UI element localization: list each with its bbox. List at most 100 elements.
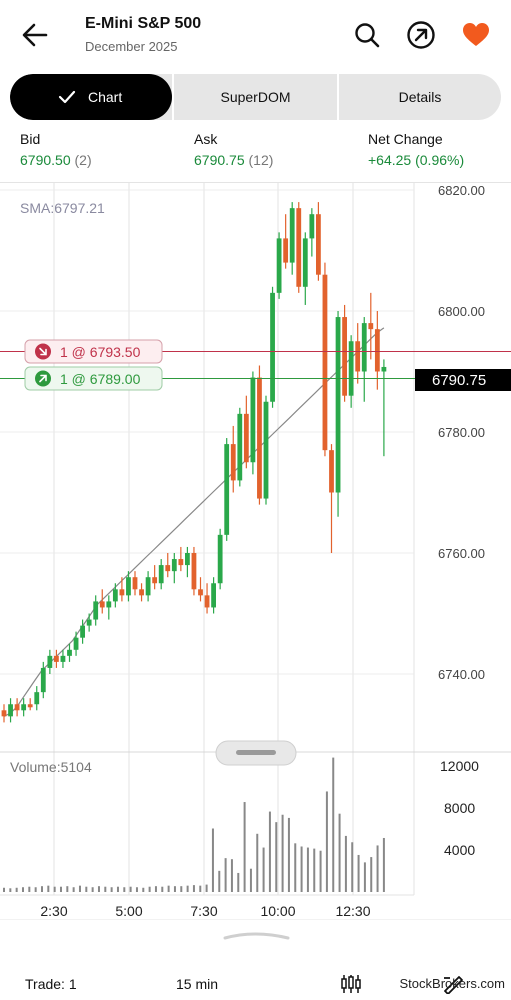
candle-body (217, 534, 223, 584)
candle-body (381, 366, 387, 372)
tab-details[interactable]: Details (339, 74, 501, 120)
volume-bar (275, 822, 278, 892)
volume-bar (313, 848, 316, 892)
volume-label: Volume:5104 (10, 759, 92, 775)
volume-bar (224, 858, 227, 892)
volume-bar (256, 833, 259, 892)
candlestick-series (1, 202, 387, 723)
volume-bar (230, 859, 233, 892)
tab-chart[interactable]: Chart (10, 74, 172, 120)
tab-superdom[interactable]: SuperDOM (174, 74, 337, 120)
volume-bar (205, 884, 208, 892)
candle-body (283, 238, 289, 263)
volume-bar (186, 885, 189, 892)
candle-body (126, 577, 131, 596)
candle-body (270, 292, 275, 402)
search-icon[interactable] (352, 20, 382, 50)
volume-bar (363, 862, 366, 892)
candle-body (119, 589, 125, 596)
volume-bar (319, 850, 322, 892)
time-tick: 10:00 (260, 903, 295, 919)
volume-bar (262, 847, 265, 892)
watermark-text: StockBrokers.com (399, 976, 505, 991)
volume-bar (110, 887, 113, 892)
candle-body (67, 649, 72, 656)
sma-label: SMA:6797.21 (20, 200, 105, 216)
candle-body (348, 341, 354, 396)
candle-body (309, 214, 315, 239)
time-tick: 7:30 (190, 903, 217, 919)
volume-bar (338, 813, 341, 892)
volume-bar (28, 886, 31, 892)
sheet-grabber[interactable] (0, 925, 511, 945)
candle-body (257, 377, 262, 499)
volume-bar (281, 814, 284, 892)
volume-bar (53, 886, 56, 892)
candle-body (178, 559, 184, 566)
volume-bar (287, 817, 290, 892)
volume-bar (306, 847, 309, 892)
volume-bar (211, 828, 214, 892)
candle-body (329, 450, 334, 493)
bid-value: 6790.50 (2) (20, 152, 92, 168)
trade-arrow-icon[interactable] (406, 20, 436, 50)
price-tick: 6800.00 (438, 304, 485, 319)
volume-bar (78, 885, 81, 892)
price-chart[interactable]: SMA:6797.21 Volume:5104 6820.00 6800.00 … (0, 182, 511, 920)
candle-body (145, 577, 151, 596)
volume-bar (116, 886, 119, 892)
timeframe-selector[interactable]: 15 min (176, 976, 218, 992)
header: E-Mini S&P 500 December 2025 (0, 0, 511, 70)
instrument-title: E-Mini S&P 500 (85, 15, 202, 32)
volume-bar (192, 885, 195, 892)
tab-details-label: Details (398, 89, 442, 105)
volume-bar (59, 886, 62, 892)
candle-body (361, 323, 367, 372)
view-tabs: Chart SuperDOM Details (10, 74, 501, 120)
volume-tick: 4000 (444, 842, 475, 858)
volume-bar (40, 886, 43, 892)
candle-body (211, 583, 216, 608)
candle-body (335, 317, 341, 493)
candle-body (342, 317, 347, 396)
volume-bar (376, 845, 379, 892)
candle-body (99, 601, 105, 608)
back-arrow-icon[interactable] (20, 22, 50, 48)
candle-body (8, 704, 13, 717)
volume-bar (142, 887, 145, 892)
volume-bar (300, 846, 303, 892)
candle-body (47, 655, 53, 668)
volume-bar (9, 888, 12, 892)
volume-bar (154, 886, 157, 892)
timeframe-text: 15 min (176, 976, 219, 992)
volume-bar (351, 842, 354, 892)
candle-body (243, 413, 249, 463)
volume-bar (294, 843, 297, 892)
candle-body (263, 401, 269, 499)
volume-bar (129, 886, 132, 892)
candle-body (302, 238, 308, 287)
buy-order-tag[interactable]: 1 @ 6789.00 (24, 366, 163, 391)
bid-price: 6790.50 (20, 152, 71, 168)
candle-body (93, 601, 99, 620)
volume-bar (357, 854, 360, 892)
net-change-value: +64.25 (0.96%) (368, 152, 465, 168)
trade-quantity[interactable]: Trade: 1 (25, 976, 77, 992)
price-tick: 6780.00 (438, 425, 485, 440)
candle-body (73, 637, 79, 650)
sell-order-tag[interactable]: 1 @ 6793.50 (24, 339, 163, 364)
volume-bar (15, 887, 18, 892)
chart-type-icon[interactable] (340, 974, 362, 994)
volume-bar (332, 757, 335, 892)
heart-icon[interactable] (461, 20, 491, 50)
volume-bar (161, 886, 164, 892)
contract-month: December 2025 (85, 39, 178, 54)
volume-bar (243, 802, 246, 892)
tab-superdom-label: SuperDOM (220, 89, 291, 105)
volume-bar (249, 868, 252, 892)
time-tick: 12:30 (335, 903, 370, 919)
candle-body (14, 704, 20, 711)
stockbrokers-watermark: StockBrokers.com (400, 976, 505, 991)
candle-body (250, 377, 256, 463)
chart-grid (0, 183, 511, 896)
